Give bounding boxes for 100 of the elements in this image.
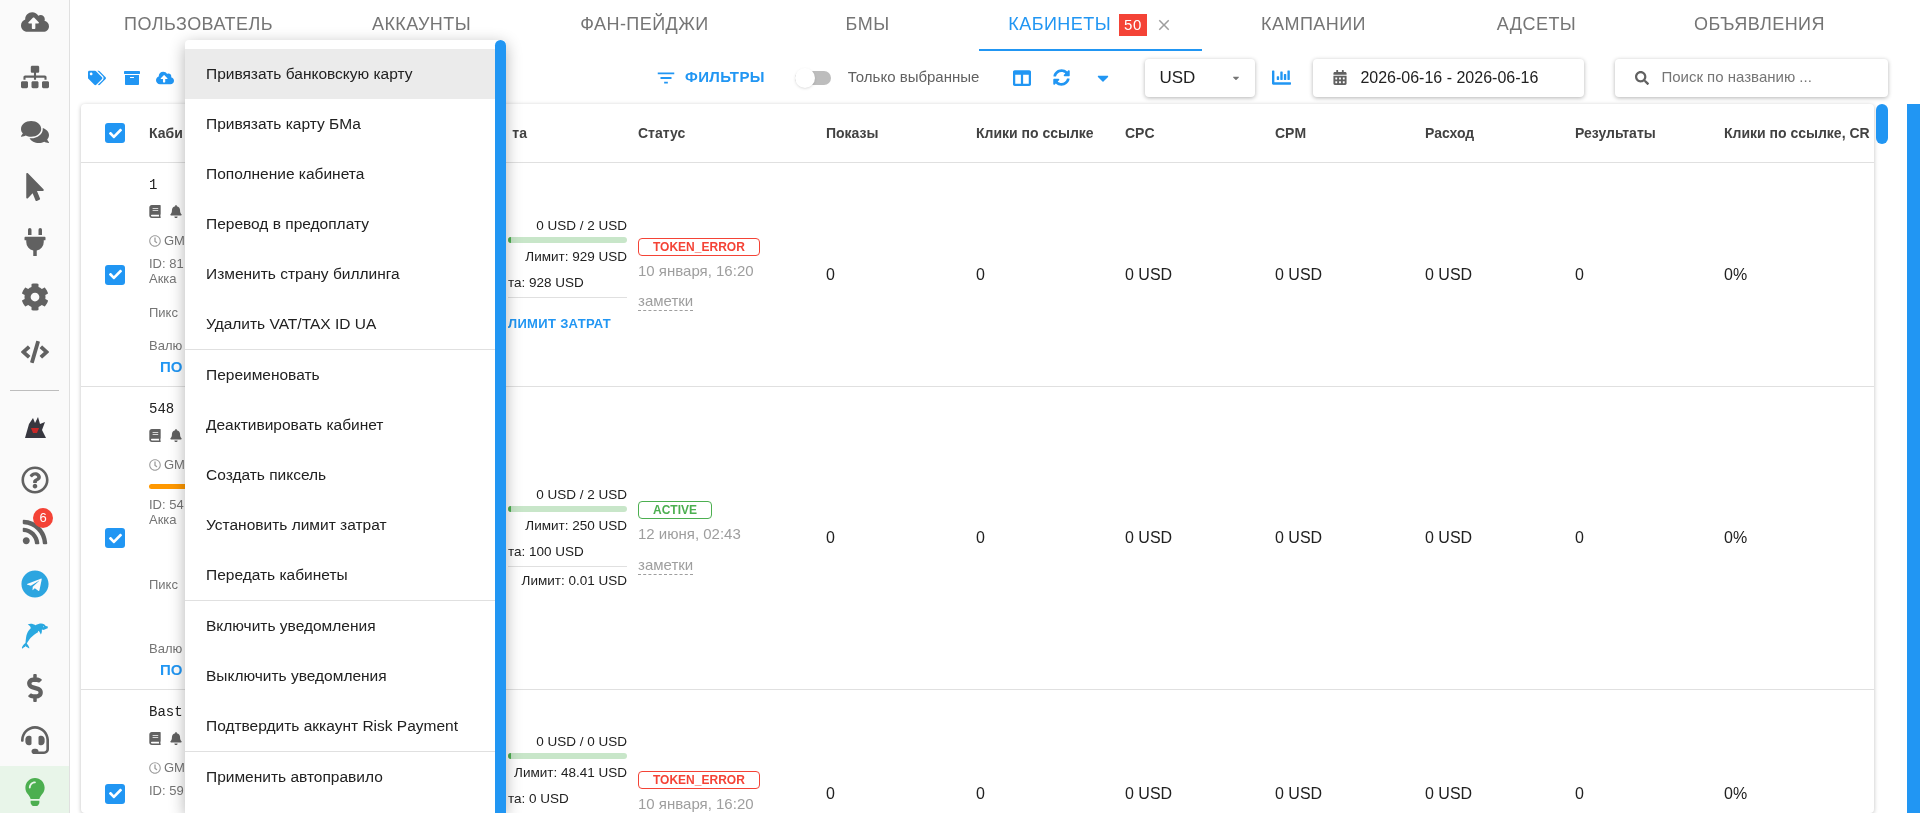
book-icon[interactable] <box>149 205 161 218</box>
spend-text: 0 USD / 2 USD <box>536 487 627 503</box>
checkbox[interactable] <box>105 783 125 804</box>
pixel-label: Пикс <box>149 576 178 592</box>
account-id: ID: 54 <box>149 497 184 512</box>
headset-icon <box>20 726 49 754</box>
table-cell-text: 0% <box>1724 264 1748 285</box>
scrollbar-thumb[interactable] <box>1876 104 1888 144</box>
clock-icon <box>149 761 161 774</box>
column-header[interactable]: Результаты <box>1575 125 1656 141</box>
book-icon[interactable] <box>149 732 161 745</box>
column-header[interactable]: Показы <box>826 125 879 141</box>
date-text: 10 января, 16:20 <box>638 260 754 281</box>
column-header[interactable]: Статус <box>638 125 686 141</box>
column-header[interactable]: CPM <box>1275 125 1307 141</box>
column-header[interactable]: Клики по ссылке, CR <box>1724 125 1870 141</box>
search-input[interactable]: Поиск по названию ... <box>1661 66 1869 89</box>
toggle-switch[interactable] <box>794 70 831 85</box>
menu-item[interactable]: Привязать банковскую карту <box>185 49 495 99</box>
table-cell-text: 0 <box>826 783 835 804</box>
chart-icon[interactable] <box>1272 68 1292 87</box>
column-header[interactable]: Клики по ссылке <box>976 125 1094 141</box>
tab[interactable]: ОБЪЯВЛЕНИЯ <box>1648 0 1871 51</box>
table-cell-text: 0 <box>976 264 985 285</box>
table-cell-text: 0 <box>826 264 835 285</box>
date-text: 12 июня, 02:43 <box>638 524 741 545</box>
status-badge: TOKEN_ERROR <box>638 771 760 790</box>
book-icon[interactable] <box>149 429 161 442</box>
tab[interactable]: КАБИНЕТЫ 50 <box>979 0 1202 51</box>
limit-text: Лимит: 48.41 USD <box>514 765 627 781</box>
count-badge: 50 <box>1119 13 1147 36</box>
date-range-field[interactable]: 2026-06-16 - 2026-06-16 <box>1313 58 1585 97</box>
column-header[interactable]: Каби <box>149 125 183 141</box>
table-cell-text: 0 <box>976 528 985 548</box>
scrollbar[interactable] <box>495 40 506 813</box>
tags-icon[interactable] <box>88 68 106 87</box>
table-cell-text: 0 USD <box>1125 264 1173 285</box>
tab[interactable]: БМЫ <box>756 0 979 51</box>
help-icon <box>20 466 49 494</box>
search-field[interactable]: Поиск по названию ... <box>1615 58 1889 97</box>
status-badge: TOKEN_ERROR <box>638 237 760 256</box>
dolphin-icon <box>20 622 49 650</box>
table-cell-text: 0 USD <box>1275 528 1323 548</box>
scrollbar[interactable] <box>1907 104 1920 813</box>
limit-text: Лимит: 250 USD <box>525 518 627 534</box>
calendar-icon <box>1333 70 1348 85</box>
table-cell-text: 0 <box>826 528 835 548</box>
account-name: 548 <box>149 402 175 417</box>
account-id: ID: 59 <box>149 783 184 798</box>
table-cell-text: 0 USD <box>1275 264 1323 285</box>
status-badge: ACTIVE <box>638 501 712 520</box>
clock-icon <box>149 234 161 247</box>
limit-text: Лимит: 929 USD <box>525 248 627 265</box>
table-cell-text: 0 <box>1575 783 1584 804</box>
table-cell-text: 0 <box>1575 264 1584 285</box>
timezone-text: GM <box>164 457 185 472</box>
table-cell-text: 0 <box>1575 528 1584 548</box>
spend-text: 0 USD / 2 USD <box>536 217 627 234</box>
table-cell-text: 0 <box>976 783 985 804</box>
telegram-icon <box>20 570 49 598</box>
bell-icon[interactable] <box>170 205 182 218</box>
balance-text: та: 100 USD <box>508 544 584 560</box>
column-header[interactable]: Расход <box>1425 125 1475 141</box>
refresh-icon[interactable] <box>1053 69 1071 86</box>
account-label: Акка <box>149 512 177 527</box>
search-icon <box>1635 70 1650 85</box>
clock-icon <box>149 458 161 471</box>
columns-icon[interactable] <box>1013 68 1032 87</box>
table-cell-text: 0 USD <box>1125 528 1173 548</box>
sidebar-item[interactable]: 6 <box>0 506 69 558</box>
currency-select[interactable]: USD <box>1145 58 1256 97</box>
bell-icon[interactable] <box>170 429 182 442</box>
currency-label: Валю <box>149 641 183 656</box>
archive-icon[interactable] <box>124 69 140 86</box>
tab[interactable]: АДСЕТЫ <box>1425 0 1648 51</box>
table-cell-text: 0 USD <box>1275 783 1323 804</box>
checkbox[interactable] <box>105 264 125 285</box>
checkbox[interactable] <box>105 123 125 143</box>
account-name: Bast <box>149 705 183 720</box>
check-icon <box>108 126 122 140</box>
table-cell-text: 0 USD <box>1125 783 1173 804</box>
column-header[interactable]: та <box>512 122 527 144</box>
balance-text: та: 0 USD <box>508 791 569 807</box>
account-id: ID: 81 <box>149 256 184 271</box>
column-header[interactable]: CPC <box>1125 125 1155 141</box>
tab[interactable]: ФАН-ПЕЙДЖИ <box>533 0 756 51</box>
check-icon <box>108 787 122 800</box>
check-icon <box>108 268 122 281</box>
spend-text: 0 USD / 0 USD <box>536 734 627 750</box>
balance-text: та: 928 USD <box>508 274 584 291</box>
settings-icon <box>20 282 49 311</box>
tab[interactable]: КАМПАНИИ <box>1202 0 1425 51</box>
date-text: 10 января, 16:20 <box>638 794 754 813</box>
timezone-text: GM <box>164 233 185 248</box>
limit-text: Лимит: 0.01 USD <box>521 573 627 589</box>
bell-icon[interactable] <box>170 732 182 745</box>
notification-badge: 6 <box>33 508 53 528</box>
checkbox[interactable] <box>105 528 125 548</box>
only-selected-label: Только выбранные <box>847 67 980 88</box>
account-label: Акка <box>149 271 177 286</box>
